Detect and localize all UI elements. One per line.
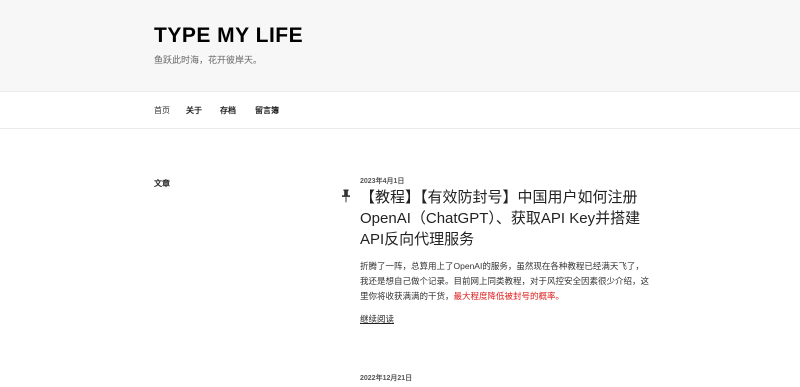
nav-item-home[interactable]: 首页 (154, 105, 170, 116)
main-nav: 首页 关于 存档 留言簿 (0, 92, 800, 129)
post-date[interactable]: 2022年12月21日 (360, 373, 412, 383)
nav-item-about[interactable]: 关于 (186, 105, 202, 116)
site-title[interactable]: TYPE MY LIFE (154, 24, 303, 48)
post-date[interactable]: 2023年4月1日 (360, 176, 404, 186)
sidebar-heading: 文章 (154, 179, 170, 188)
post-title[interactable]: 【教程】【有效防封号】中国用户如何注册OpenAI（ChatGPT）、获取API… (360, 187, 650, 250)
post-excerpt-highlight: 最大程度降低被封号的概率。 (453, 291, 565, 301)
read-more-link[interactable]: 继续阅读 (360, 313, 394, 325)
nav-item-archive[interactable]: 存档 (220, 105, 236, 116)
pushpin-icon (342, 189, 350, 203)
post-title-cutoff (360, 383, 480, 387)
site-description: 鱼跃此时海，花开彼岸天。 (154, 55, 263, 65)
post-excerpt: 折腾了一阵，总算用上了OpenAI的服务，虽然现在各种教程已经满天飞了，我还是想… (360, 259, 650, 304)
nav-item-guestbook[interactable]: 留言簿 (255, 105, 279, 116)
site-header: TYPE MY LIFE 鱼跃此时海，花开彼岸天。 (0, 0, 800, 92)
